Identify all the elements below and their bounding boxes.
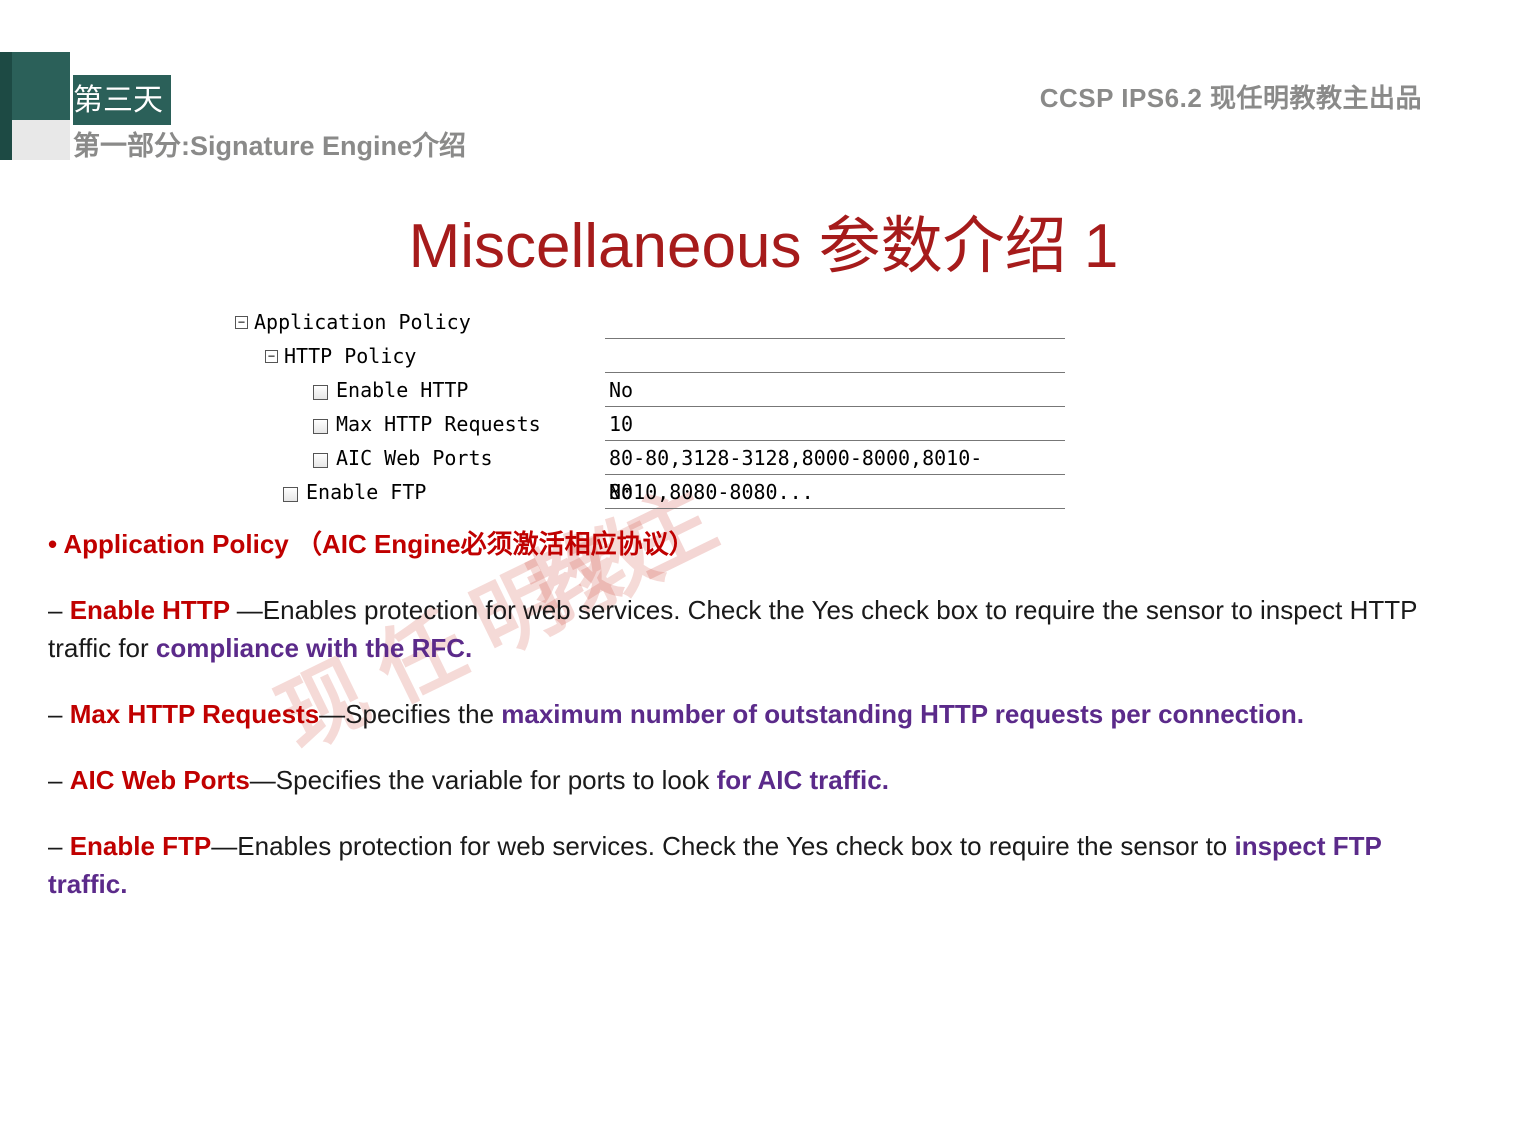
term-enable-ftp: Enable FTP [70,831,212,861]
tree-value: No [605,475,1065,509]
course-label: CCSP IPS6.2 现任明教教主出品 [1040,78,1422,115]
app-policy-tail: 必须激活相应协议） [461,529,695,559]
tree-label: Application Policy [254,305,471,339]
tree-value: 10 [605,407,1065,441]
tree-label: Enable FTP [306,475,426,509]
highlight-aic: for AIC traffic. [717,765,889,795]
para-enable-http: – Enable HTTP —Enables protection for we… [48,591,1467,667]
tree-label: Enable HTTP [336,373,468,407]
checkbox-icon[interactable] [313,385,328,400]
tree-row-app-policy: Application Policy [235,305,1065,339]
term-enable-http: Enable HTTP [70,595,237,625]
tree-row-aic-ports: AIC Web Ports 80-80,3128-3128,8000-8000,… [235,441,1065,475]
tree-row-enable-ftp: Enable FTP No [235,475,1065,509]
tree-value: 80-80,3128-3128,8000-8000,8010-8010,8080… [605,441,1065,475]
desc-enable-ftp: —Enables protection for web services. Ch… [211,831,1234,861]
para-aic-ports: – AIC Web Ports—Specifies the variable f… [48,761,1467,799]
tree-row-enable-http: Enable HTTP No [235,373,1065,407]
desc-aic-ports: —Specifies the variable for ports to loo… [250,765,717,795]
day-label: 第三天 [73,75,171,125]
section-label: 第一部分:Signature Engine介绍 [73,124,466,163]
desc-max-http: —Specifies the [319,699,501,729]
term-max-http: Max HTTP Requests [70,699,319,729]
term-aic-ports: AIC Web Ports [70,765,250,795]
header-edge [0,52,12,160]
highlight-rfc: compliance with the RFC. [156,633,472,663]
dash: – [48,595,70,625]
para-max-http: – Max HTTP Requests—Specifies the maximu… [48,695,1467,733]
bullet: • [48,529,63,559]
para-app-policy: • Application Policy （AIC Engine必须激活相应协议… [48,525,1467,563]
collapse-icon[interactable] [235,316,248,329]
tree-label: AIC Web Ports [336,441,493,475]
tree-row-http-policy: HTTP Policy [235,339,1065,373]
highlight-max: maximum number of outstanding HTTP reque… [501,699,1304,729]
dash: – [48,765,70,795]
dash: – [48,699,70,729]
tree-label: HTTP Policy [284,339,416,373]
body-content: • Application Policy （AIC Engine必须激活相应协议… [48,525,1467,931]
collapse-icon[interactable] [265,350,278,363]
para-enable-ftp: – Enable FTP—Enables protection for web … [48,827,1467,903]
tree-value: No [605,373,1065,407]
slide-title: Miscellaneous 参数介绍 1 [0,195,1527,285]
tree-label: Max HTTP Requests [336,407,541,441]
checkbox-icon[interactable] [313,453,328,468]
property-panel: Application Policy HTTP Policy Enable HT… [235,305,1065,509]
checkbox-icon[interactable] [283,487,298,502]
tree-row-max-http: Max HTTP Requests 10 [235,407,1065,441]
checkbox-icon[interactable] [313,419,328,434]
app-policy-heading: Application Policy （AIC Engine [63,529,460,559]
dash: – [48,831,70,861]
